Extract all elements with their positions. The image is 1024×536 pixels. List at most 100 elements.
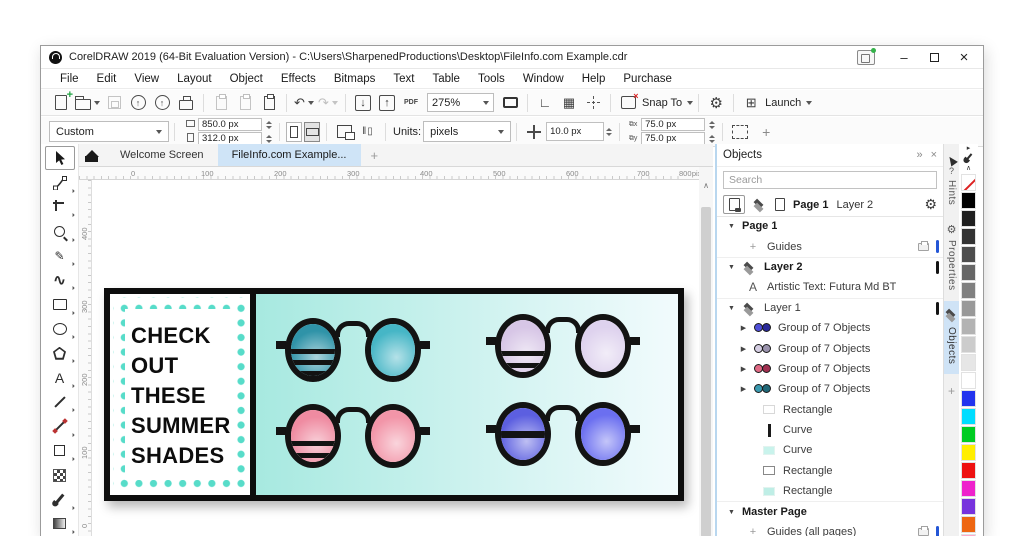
- sunglasses-blue[interactable]: [486, 402, 640, 472]
- interactive-fill-tool[interactable]: [45, 512, 75, 536]
- tree-row-page1[interactable]: ▼ Page 1: [717, 216, 943, 236]
- swatch[interactable]: [961, 264, 976, 281]
- current-page-button[interactable]: ‖▯: [358, 122, 378, 142]
- menu-layout[interactable]: Layout: [168, 71, 221, 87]
- fullscreen-preview-button[interactable]: [500, 93, 520, 113]
- docker-collapse-icon[interactable]: »: [916, 149, 922, 161]
- paste-button[interactable]: [259, 93, 279, 113]
- printable-icon[interactable]: [918, 526, 929, 536]
- tree-row-master-page[interactable]: ▼ Master Page: [717, 501, 943, 521]
- swatch[interactable]: [961, 192, 976, 209]
- tree-row-group-pink[interactable]: ▶ Group of 7 Objects: [717, 359, 943, 379]
- page-width-field[interactable]: 850.0 px: [198, 118, 262, 131]
- tree-row-group-lavender[interactable]: ▶ Group of 7 Objects: [717, 338, 943, 358]
- polygon-tool[interactable]: [45, 341, 75, 365]
- tree-row-group-teal[interactable]: ▶ Group of 7 Objects: [717, 379, 943, 399]
- sunglasses-teal[interactable]: [276, 318, 430, 388]
- docker-close-icon[interactable]: ×: [931, 149, 937, 161]
- tree-row-layer2[interactable]: ▼ Layer 2: [717, 256, 943, 277]
- rectangle-tool[interactable]: [45, 292, 75, 316]
- transparency-tool[interactable]: [45, 463, 75, 487]
- tab-objects[interactable]: Objects: [944, 300, 959, 375]
- menu-purchase[interactable]: Purchase: [614, 71, 681, 87]
- swatch[interactable]: [961, 372, 976, 389]
- redo-button[interactable]: ↷: [318, 93, 338, 113]
- drop-shadow-tool[interactable]: [45, 439, 75, 463]
- swatch[interactable]: [961, 354, 976, 371]
- tab-welcome-screen[interactable]: Welcome Screen: [106, 144, 218, 166]
- new-page-icon[interactable]: [775, 198, 785, 211]
- new-tab-button[interactable]: +: [361, 148, 389, 166]
- banner-glasses-panel[interactable]: [256, 294, 678, 495]
- swatch[interactable]: [961, 318, 976, 335]
- objects-search-input[interactable]: [723, 171, 937, 189]
- expander-icon[interactable]: ▶: [739, 324, 748, 332]
- freehand-tool[interactable]: ✎: [45, 244, 75, 268]
- menu-text[interactable]: Text: [384, 71, 423, 87]
- swatch[interactable]: [961, 210, 976, 227]
- menu-edit[interactable]: Edit: [88, 71, 126, 87]
- add-property-button[interactable]: +: [762, 124, 770, 140]
- swatch[interactable]: [961, 300, 976, 317]
- expander-icon[interactable]: ▼: [727, 223, 736, 230]
- launch-icon[interactable]: ⊞: [741, 93, 761, 113]
- tab-hints[interactable]: ? Hints: [944, 144, 959, 215]
- save-button[interactable]: [104, 93, 124, 113]
- palette-flyout-icon[interactable]: ▸: [967, 144, 971, 153]
- tree-row-group-blue[interactable]: ▶ Group of 7 Objects: [717, 318, 943, 338]
- show-grid-button[interactable]: ▦: [559, 93, 579, 113]
- layer-color-bar[interactable]: [936, 240, 939, 254]
- swatch[interactable]: [961, 462, 976, 479]
- copy-button[interactable]: [235, 93, 255, 113]
- menu-bitmaps[interactable]: Bitmaps: [325, 71, 385, 87]
- sunglasses-pink[interactable]: [276, 404, 430, 474]
- shape-tool[interactable]: [45, 170, 75, 194]
- nudge-field[interactable]: 10.0 px: [546, 122, 605, 141]
- connector-tool[interactable]: [45, 414, 75, 438]
- swatch-none[interactable]: [961, 174, 976, 191]
- undo-button[interactable]: ↶: [294, 93, 314, 113]
- snap-to-dropdown-icon[interactable]: [687, 100, 694, 105]
- tab-properties[interactable]: ⚙ Properties: [944, 215, 959, 301]
- tree-row-guides[interactable]: + Guides: [717, 236, 943, 256]
- swatch[interactable]: [961, 480, 976, 497]
- units-select[interactable]: pixels: [423, 121, 512, 142]
- print-button[interactable]: [176, 93, 196, 113]
- headline-text-object[interactable]: CHECK OUT THESE SUMMER SHADES: [131, 321, 231, 471]
- expander-icon[interactable]: ▶: [739, 385, 748, 393]
- expander-icon[interactable]: ▼: [727, 264, 736, 271]
- add-docker-button[interactable]: +: [948, 384, 955, 398]
- tree-row-guides-all-pages[interactable]: + Guides (all pages): [717, 522, 943, 536]
- snap-to-label[interactable]: Snap To: [642, 97, 682, 109]
- import-button[interactable]: ↓: [353, 93, 373, 113]
- artistic-media-tool[interactable]: ∿: [45, 268, 75, 292]
- expander-icon[interactable]: ▶: [739, 345, 748, 353]
- ellipse-tool[interactable]: [45, 317, 75, 341]
- layer-color-bar[interactable]: [936, 301, 939, 315]
- swatch[interactable]: [961, 498, 976, 515]
- pick-tool[interactable]: [44, 146, 75, 171]
- scroll-up-icon[interactable]: ∧: [699, 167, 713, 190]
- menu-tools[interactable]: Tools: [469, 71, 514, 87]
- docker-options-gear-icon[interactable]: ⚙: [924, 196, 937, 213]
- show-objects-button[interactable]: [723, 195, 745, 214]
- banner-text-panel[interactable]: CHECK OUT THESE SUMMER SHADES: [110, 294, 256, 495]
- launch-dropdown-icon[interactable]: [806, 100, 813, 105]
- open-from-cloud-button[interactable]: ↑: [152, 93, 172, 113]
- nudge-spinner[interactable]: [604, 127, 614, 136]
- zoom-tool[interactable]: [45, 219, 75, 243]
- page-width-spinner[interactable]: [264, 120, 274, 129]
- menu-window[interactable]: Window: [514, 71, 573, 87]
- tree-row-layer1[interactable]: ▼ Layer 1: [717, 297, 943, 318]
- save-to-cloud-button[interactable]: ↑: [128, 93, 148, 113]
- welcome-screen-icon[interactable]: [857, 47, 876, 65]
- publish-to-pdf-button[interactable]: PDF: [401, 93, 421, 113]
- swatch[interactable]: [961, 390, 976, 407]
- layer-manager-icon[interactable]: [753, 199, 767, 210]
- duplicate-x-spinner[interactable]: [707, 120, 717, 129]
- expander-icon[interactable]: ▼: [727, 509, 736, 516]
- tree-row-rectangle-1[interactable]: Rectangle: [717, 400, 943, 420]
- menu-object[interactable]: Object: [221, 71, 272, 87]
- canvas-vertical-scrollbar[interactable]: ∧: [699, 167, 713, 536]
- menu-file[interactable]: File: [51, 71, 88, 87]
